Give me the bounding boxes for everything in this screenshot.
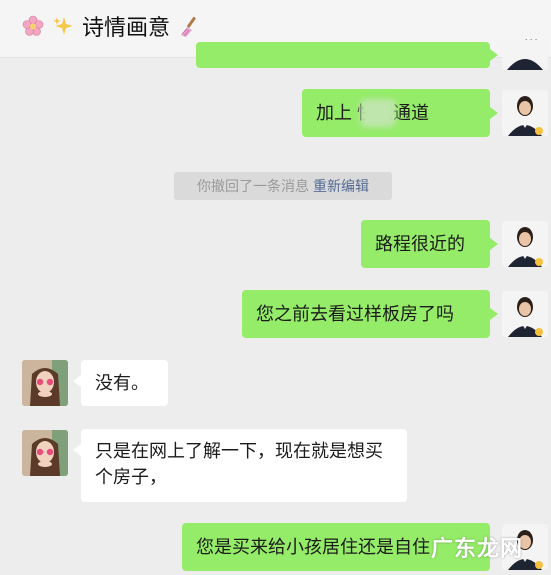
- message-bubble[interactable]: 只是在网上了解一下，现在就是想买个房子，: [73, 429, 407, 502]
- message-bubble[interactable]: 路程很近的: [361, 220, 490, 268]
- my-avatar[interactable]: [502, 221, 548, 267]
- chat-title: 诗情画意: [82, 15, 171, 40]
- message-text: 只是在网上了解一下，现在就是想买个房子，: [95, 441, 383, 488]
- recall-notice-text: 你撤回了一条消息: [197, 178, 309, 194]
- contact-avatar[interactable]: [22, 360, 68, 406]
- message-text: 您之前去看过样板房了吗: [256, 304, 454, 324]
- my-avatar[interactable]: [502, 90, 548, 136]
- chat-title-group: 诗情画意: [22, 10, 200, 42]
- partial-message-bubble[interactable]: [196, 42, 490, 68]
- sparkles-icon: [52, 15, 74, 37]
- my-avatar[interactable]: [502, 291, 548, 337]
- re-edit-link[interactable]: 重新编辑: [313, 176, 369, 196]
- contact-avatar[interactable]: [22, 430, 68, 476]
- message-text: 路程很近的: [375, 234, 465, 254]
- watermark: 广东龙网: [430, 536, 523, 561]
- broom-icon: [178, 15, 200, 37]
- redaction-blur: [360, 99, 396, 127]
- message-text: 您是买来给小孩居住还是自住: [196, 537, 430, 557]
- message-text: 没有。: [95, 373, 149, 393]
- cherry-blossom-icon: [22, 15, 44, 37]
- message-bubble[interactable]: 加上 快速通道: [302, 89, 490, 137]
- message-bubble[interactable]: 没有。: [73, 360, 168, 406]
- my-avatar[interactable]: [502, 40, 548, 70]
- message-bubble[interactable]: 您之前去看过样板房了吗: [242, 290, 490, 338]
- recall-notice: 你撤回了一条消息 重新编辑: [174, 172, 392, 200]
